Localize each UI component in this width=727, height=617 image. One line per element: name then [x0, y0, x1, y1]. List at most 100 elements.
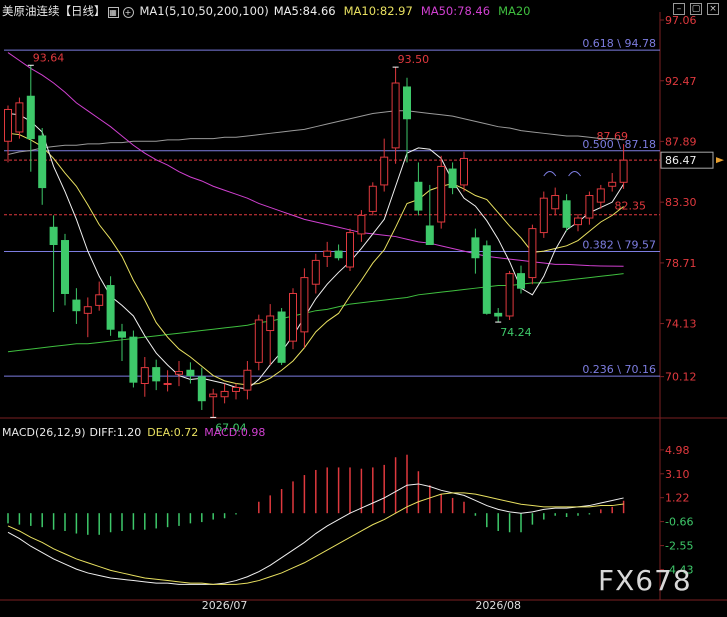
candle-body [596, 188, 605, 203]
grid-icon[interactable]: ▦ [107, 6, 119, 18]
close-icon[interactable]: × [707, 3, 719, 15]
candle-body [95, 294, 104, 306]
candle-body [186, 369, 195, 377]
candle-body [403, 86, 411, 120]
macd-macd-value: MACD:0.98 [204, 425, 266, 439]
ma-params[interactable]: MA1(5,10,50,200,100) [140, 4, 269, 18]
candle-body [289, 292, 297, 342]
candle-body [72, 299, 81, 312]
candle-body [220, 390, 229, 398]
candle-body [49, 226, 58, 246]
candle-body [83, 306, 92, 314]
macd-dea-value: DEA:0.72 [147, 425, 199, 439]
macd-header: MACD(26,12,9) DIFF:1.20 DEA:0.72 MACD:0.… [2, 425, 265, 439]
instrument-name[interactable]: 美原油连续 [2, 3, 60, 19]
macd-diff-value: DIFF:1.20 [89, 425, 142, 439]
current-price-label: 86.47 [665, 154, 697, 167]
candle-body [346, 232, 354, 268]
ma200-line [7, 110, 624, 155]
candle-body [15, 102, 24, 133]
candle-body [494, 312, 503, 317]
extreme-label: 93.50 [398, 53, 430, 66]
macd-tick-label: 1.22 [665, 492, 690, 505]
ma20-value: MA20 [498, 4, 531, 18]
candle-body [266, 315, 275, 332]
candle-body [311, 259, 320, 285]
candle-body [323, 250, 332, 257]
candle-body [517, 273, 525, 289]
candle-body [585, 195, 594, 219]
extreme-label: 93.64 [33, 51, 65, 64]
candle-body [562, 200, 571, 228]
candle-body [425, 225, 434, 246]
candle-body [539, 197, 548, 234]
candle-body [243, 369, 252, 391]
candle-body [528, 228, 537, 279]
candle-body [175, 371, 183, 375]
price-tick-label: 97.06 [665, 14, 697, 27]
pattern-arc [568, 171, 582, 177]
macd-tick-label: 4.98 [665, 444, 690, 457]
candle-body [471, 237, 480, 259]
candle-body [61, 240, 69, 294]
candle-body [4, 108, 12, 142]
candle-body [448, 168, 457, 189]
candle-body [505, 273, 514, 317]
candle-body [482, 245, 491, 314]
candle-body [277, 311, 286, 363]
candle-body [38, 135, 47, 189]
price-tick-label: 83.30 [665, 196, 697, 209]
candle-body [26, 95, 35, 140]
add-icon[interactable]: + [122, 6, 134, 18]
candle-body [118, 331, 126, 338]
extreme-label: 74.24 [500, 326, 532, 339]
candle-body [334, 250, 343, 259]
candle-body [163, 382, 172, 385]
price-tick-label: 87.89 [665, 135, 697, 148]
reference-label: 87.69 [597, 130, 629, 143]
candle-body [608, 181, 617, 187]
candle-body [357, 214, 366, 235]
candle-body [197, 376, 206, 402]
candle-body [209, 393, 218, 398]
candle-body [414, 181, 423, 211]
candle-body [368, 185, 377, 212]
chart-canvas: 97.06 92.47 87.89 83.30 78.71 74.13 70.12 0.618… [0, 12, 727, 612]
minimize-icon[interactable]: – [673, 3, 685, 15]
candle-body [300, 277, 309, 333]
pattern-arc [543, 171, 557, 177]
candle-body [437, 165, 446, 223]
fib-level-label: 0.618 \ 94.78 [582, 37, 656, 50]
reference-label: 82.35 [615, 200, 647, 213]
price-tick-label: 70.12 [665, 371, 697, 384]
period-label[interactable]: 【日线】 [60, 3, 106, 19]
ma5-value: MA5:84.66 [273, 4, 336, 18]
panel-controls: – ▢ × [673, 3, 719, 15]
macd-tick-label: -2.55 [665, 540, 693, 553]
time-axis-label: 2026/07 [202, 599, 248, 612]
fib-level-label: 0.236 \ 70.16 [582, 363, 656, 376]
candle-body [254, 319, 263, 363]
watermark: FX678 [598, 564, 692, 597]
ma50-value: MA50:78.46 [420, 4, 491, 18]
price-tick-label: 78.71 [665, 257, 697, 270]
time-axis-label: 2026/08 [475, 599, 521, 612]
price-tick-label: 74.13 [665, 318, 697, 331]
candle-body [129, 336, 138, 383]
macd-tick-label: -0.66 [665, 516, 693, 529]
candle-body [551, 195, 560, 210]
candle-body [574, 217, 582, 226]
current-price-arrow-icon [716, 157, 724, 164]
candle-body [106, 285, 115, 330]
candle-body [152, 367, 161, 382]
price-tick-label: 92.47 [665, 75, 697, 88]
candle-body [380, 156, 389, 186]
fib-level-label: 0.382 \ 79.57 [582, 239, 656, 252]
candle-body [140, 367, 149, 384]
macd-name[interactable]: MACD(26,12,9) [2, 426, 86, 439]
restore-icon[interactable]: ▢ [690, 3, 702, 15]
ma10-value: MA10:82.97 [343, 4, 413, 18]
candle-body [460, 157, 468, 186]
candle-body [232, 386, 240, 392]
macd-tick-label: 3.10 [665, 468, 690, 481]
